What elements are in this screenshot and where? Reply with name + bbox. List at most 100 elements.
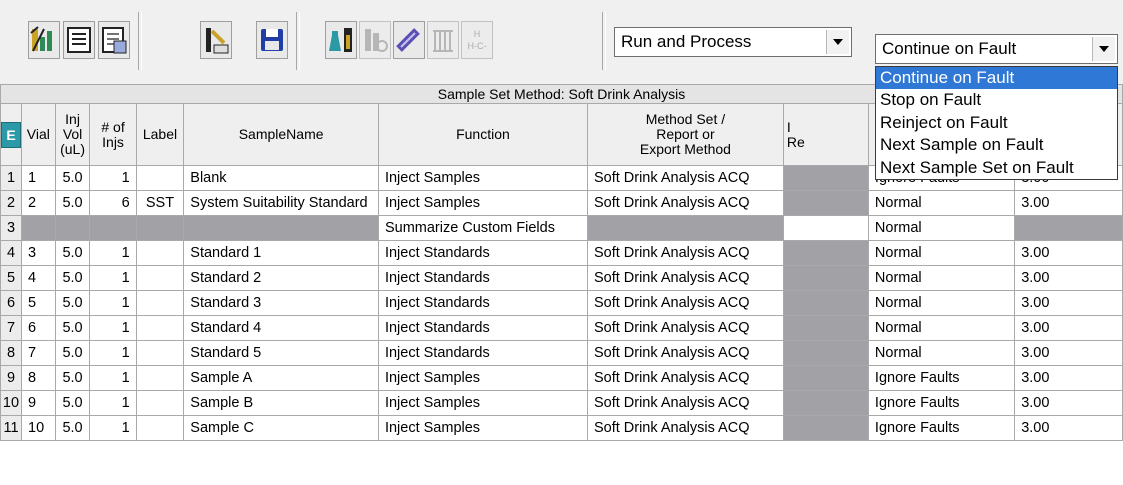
partial-cell[interactable]: [782, 240, 869, 266]
method-cell[interactable]: Soft Drink Analysis ACQ: [586, 365, 784, 391]
table-row[interactable]: 5 4 5.0 1 Standard 2 Inject Standards Soft Dri…: [0, 265, 1123, 291]
row-number-cell[interactable]: 4: [0, 240, 22, 266]
fault-dropdown-list[interactable]: Continue on Fault Stop on Fault Reinject o…: [875, 66, 1118, 180]
function-cell[interactable]: Inject Samples: [377, 390, 588, 416]
fault-option[interactable]: Next Sample on Fault: [876, 134, 1117, 156]
method-cell[interactable]: Soft Drink Analysis ACQ: [586, 390, 784, 416]
run-time-cell[interactable]: 3.00: [1014, 340, 1123, 366]
col-header-vial[interactable]: Vial: [21, 103, 56, 166]
label-cell[interactable]: [135, 365, 185, 391]
fault-option[interactable]: Stop on Fault: [876, 89, 1117, 111]
sample-name-cell[interactable]: Standard 3: [183, 290, 379, 316]
fault-mode-cell[interactable]: Normal: [867, 340, 1016, 366]
vial-cell[interactable]: 5: [21, 290, 56, 316]
function-cell[interactable]: Inject Standards: [377, 340, 588, 366]
function-cell[interactable]: Inject Samples: [377, 415, 588, 441]
fault-mode-cell[interactable]: Normal: [867, 240, 1016, 266]
fault-mode-combo[interactable]: Continue on Fault: [875, 34, 1118, 64]
col-header-method-set[interactable]: Method Set / Report or Export Method: [586, 103, 784, 166]
label-cell[interactable]: [135, 415, 185, 441]
table-row[interactable]: 11 10 5.0 1 Sample C Inject Samples Soft Drink…: [0, 415, 1123, 441]
inj-vol-cell[interactable]: 5.0: [54, 340, 91, 366]
table-row[interactable]: 3 Summarize Custom Fields Normal: [0, 215, 1123, 241]
wizard-chart-button[interactable]: [28, 21, 60, 59]
method-cell[interactable]: Soft Drink Analysis ACQ: [586, 290, 784, 316]
fault-mode-cell[interactable]: Normal: [867, 215, 1016, 241]
sample-name-cell[interactable]: Standard 1: [183, 240, 379, 266]
run-mode-combo[interactable]: Run and Process: [614, 27, 852, 57]
col-header-function[interactable]: Function: [377, 103, 588, 166]
sample-name-cell[interactable]: System Suitability Standard: [183, 190, 379, 216]
row-number-cell[interactable]: 9: [0, 365, 22, 391]
detector-button[interactable]: [427, 21, 459, 59]
method-cell[interactable]: Soft Drink Analysis ACQ: [586, 315, 784, 341]
row-number-cell[interactable]: 3: [0, 215, 22, 241]
method-cell[interactable]: Soft Drink Analysis ACQ: [586, 415, 784, 441]
col-header-label[interactable]: Label: [135, 103, 185, 166]
row-number-cell[interactable]: 6: [0, 290, 22, 316]
inj-vol-cell[interactable]: 5.0: [54, 165, 91, 191]
partial-cell[interactable]: [782, 365, 869, 391]
partial-cell[interactable]: [782, 315, 869, 341]
table-row[interactable]: 4 3 5.0 1 Standard 1 Inject Standards Soft Dri…: [0, 240, 1123, 266]
label-cell[interactable]: [135, 265, 185, 291]
run-time-cell[interactable]: 3.00: [1014, 190, 1123, 216]
run-time-cell[interactable]: 3.00: [1014, 415, 1123, 441]
inj-vol-cell[interactable]: [54, 215, 91, 241]
grid-header-corner[interactable]: E: [0, 103, 22, 166]
inj-vol-cell[interactable]: 5.0: [54, 415, 91, 441]
fault-mode-cell[interactable]: Normal: [867, 190, 1016, 216]
num-injs-cell[interactable]: 1: [89, 240, 137, 266]
row-number-cell[interactable]: 1: [0, 165, 22, 191]
sample-name-cell[interactable]: Sample A: [183, 365, 379, 391]
function-cell[interactable]: Inject Standards: [377, 315, 588, 341]
table-row[interactable]: 7 6 5.0 1 Standard 4 Inject Standards Soft Dri…: [0, 315, 1123, 341]
inj-vol-cell[interactable]: 5.0: [54, 190, 91, 216]
sample-name-cell[interactable]: Standard 2: [183, 265, 379, 291]
vial-cell[interactable]: 9: [21, 390, 56, 416]
sample-name-cell[interactable]: Sample C: [183, 415, 379, 441]
vial-cell[interactable]: 6: [21, 315, 56, 341]
num-injs-cell[interactable]: 1: [89, 340, 137, 366]
label-cell[interactable]: [135, 390, 185, 416]
sample-name-cell[interactable]: Sample B: [183, 390, 379, 416]
function-cell[interactable]: Inject Samples: [377, 365, 588, 391]
num-injs-cell[interactable]: [89, 215, 137, 241]
table-row[interactable]: 2 2 5.0 6 SST System Suitability Standard Inje…: [0, 190, 1123, 216]
run-time-cell[interactable]: 3.00: [1014, 240, 1123, 266]
inj-vol-cell[interactable]: 5.0: [54, 365, 91, 391]
method-cell[interactable]: Soft Drink Analysis ACQ: [586, 240, 784, 266]
label-cell[interactable]: [135, 215, 185, 241]
col-header-num-injs[interactable]: # of Injs: [89, 103, 137, 166]
sample-name-cell[interactable]: [183, 215, 379, 241]
function-cell[interactable]: Summarize Custom Fields: [377, 215, 588, 241]
label-cell[interactable]: [135, 240, 185, 266]
partial-cell[interactable]: [782, 415, 869, 441]
col-header-sample-name[interactable]: SampleName: [183, 103, 379, 166]
partial-cell[interactable]: [782, 265, 869, 291]
fault-option[interactable]: Reinject on Fault: [876, 112, 1117, 134]
run-time-cell[interactable]: 3.00: [1014, 365, 1123, 391]
run-time-cell[interactable]: 3.00: [1014, 315, 1123, 341]
sample-set-copy-button[interactable]: [98, 21, 130, 59]
label-cell[interactable]: SST: [135, 190, 185, 216]
table-row[interactable]: 6 5 5.0 1 Standard 3 Inject Standards Soft Dri…: [0, 290, 1123, 316]
vial-cell[interactable]: 1: [21, 165, 56, 191]
fault-option[interactable]: Next Sample Set on Fault: [876, 157, 1117, 179]
table-row[interactable]: 10 9 5.0 1 Sample B Inject Samples Soft Drink …: [0, 390, 1123, 416]
fault-mode-cell[interactable]: Ignore Faults: [867, 365, 1016, 391]
vial-cell[interactable]: 3: [21, 240, 56, 266]
inj-vol-cell[interactable]: 5.0: [54, 265, 91, 291]
vial-cell[interactable]: [21, 215, 56, 241]
fault-mode-cell[interactable]: Ignore Faults: [867, 390, 1016, 416]
run-time-cell[interactable]: 3.00: [1014, 390, 1123, 416]
sample-name-cell[interactable]: Standard 5: [183, 340, 379, 366]
partial-cell[interactable]: [782, 165, 869, 191]
row-number-cell[interactable]: 2: [0, 190, 22, 216]
fault-mode-cell[interactable]: Normal: [867, 315, 1016, 341]
partial-cell[interactable]: [782, 340, 869, 366]
inj-vol-cell[interactable]: 5.0: [54, 390, 91, 416]
partial-cell[interactable]: [782, 215, 869, 241]
row-number-cell[interactable]: 5: [0, 265, 22, 291]
num-injs-cell[interactable]: 1: [89, 315, 137, 341]
